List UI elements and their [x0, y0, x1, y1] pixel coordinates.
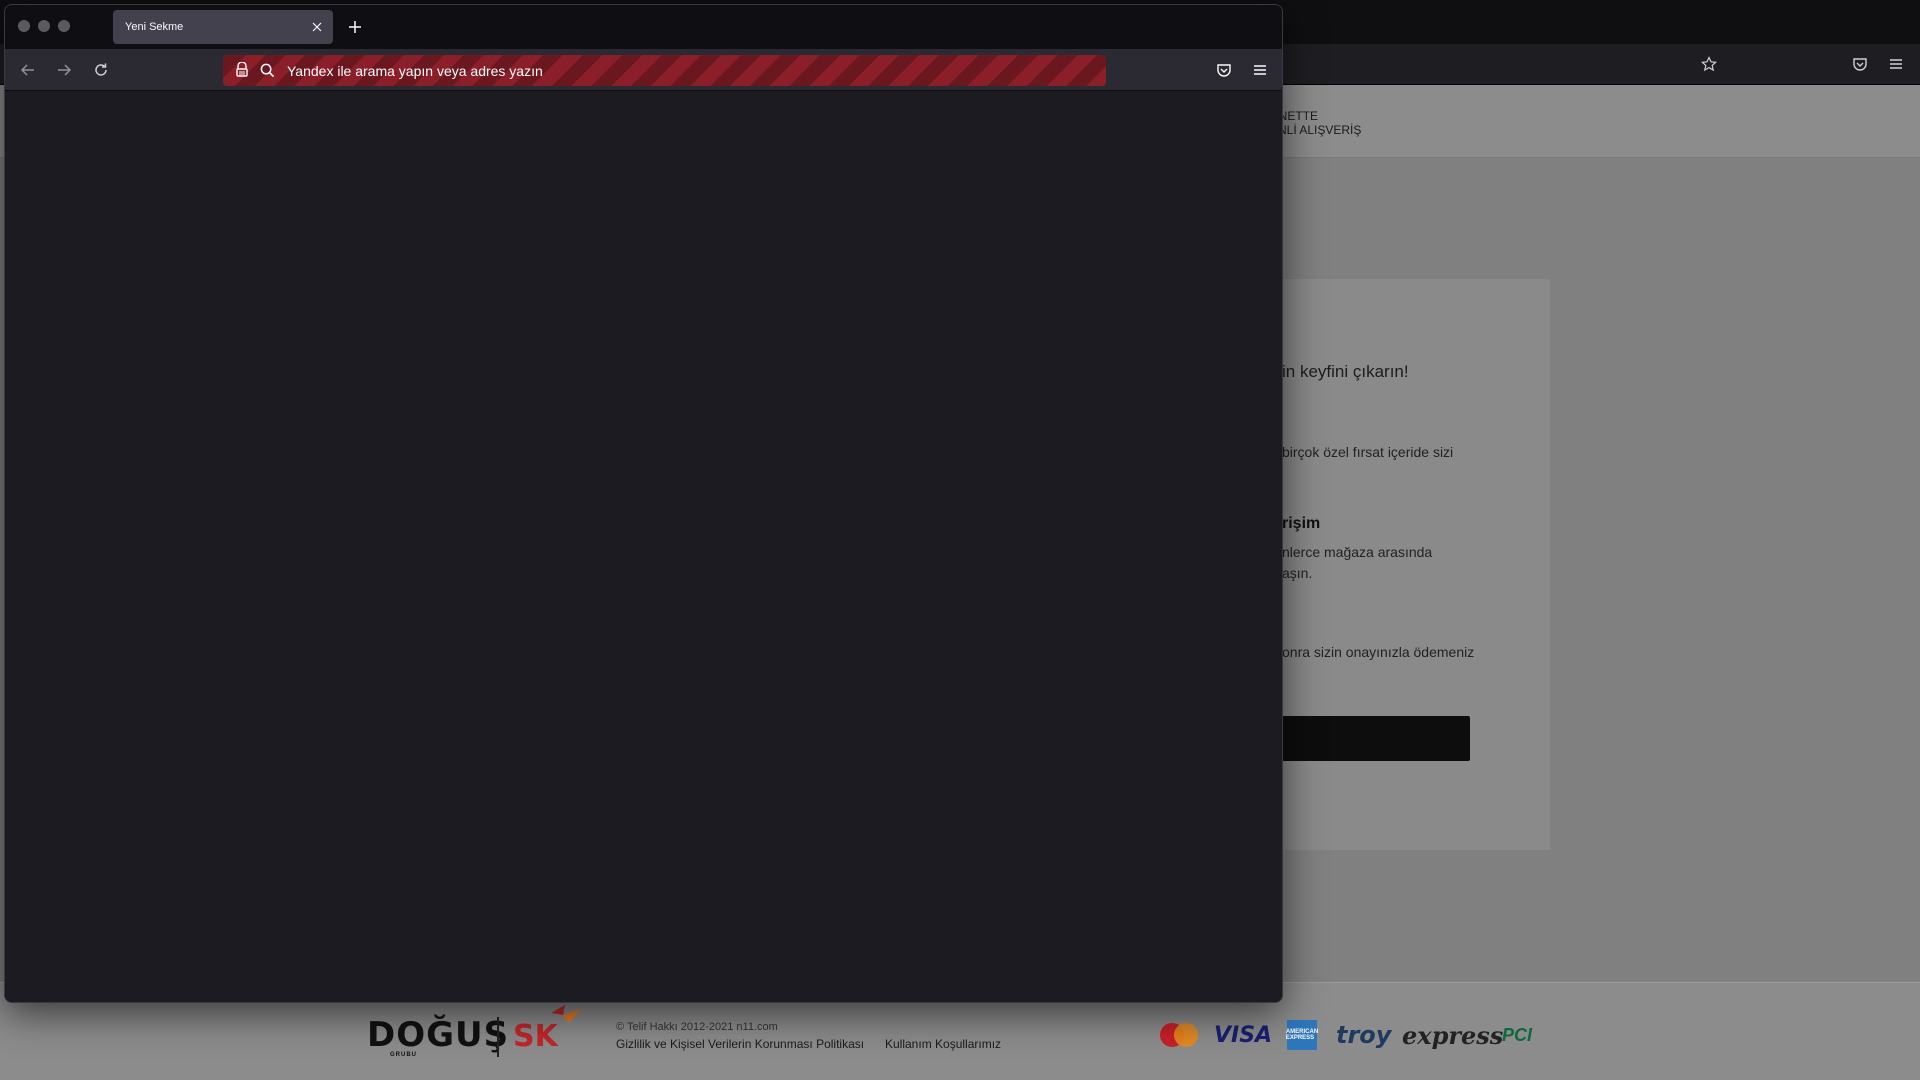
tab-new-tab[interactable]: Yeni Sekme: [113, 10, 333, 44]
troy-logo: troy: [1336, 1021, 1392, 1049]
logo-line-2: ENLİ ALIŞVERİŞ: [1270, 123, 1362, 137]
new-tab-page-content: [5, 92, 1282, 1002]
privacy-policy-link[interactable]: Gizlilik ve Kişisel Verilerin Korunması …: [616, 1037, 864, 1051]
url-bar[interactable]: [223, 55, 1106, 86]
star-icon[interactable]: [1698, 53, 1720, 75]
card-description-2b: aşın.: [1282, 565, 1313, 581]
pci-logo: PCI: [1502, 1024, 1533, 1045]
dogus-logo-subtitle: GRUBU: [390, 1052, 417, 1058]
navigation-toolbar: [5, 49, 1282, 91]
visa-logo: VISA: [1214, 1022, 1273, 1048]
card-action-button[interactable]: [1260, 716, 1470, 761]
private-browsing-icon: [232, 60, 252, 80]
site-logo-text[interactable]: RNETTE ENLİ ALIŞVERİŞ: [1270, 109, 1361, 137]
new-tab-plus-icon[interactable]: [345, 17, 365, 37]
pocket-icon[interactable]: [1213, 59, 1235, 81]
hamburger-menu-icon[interactable]: [1249, 59, 1271, 81]
tab-bar: Yeni Sekme: [5, 5, 1282, 49]
card-description-1: birçok özel fırsat içeride sizi: [1282, 444, 1454, 460]
forward-arrow-icon[interactable]: [53, 59, 75, 81]
amex-logo: AMERICAN EXPRESS: [1286, 1020, 1318, 1050]
mastercard-logo: [1158, 1019, 1200, 1051]
card-description-3: onra sizin onayınızla ödemeniz: [1282, 644, 1475, 660]
tab-title: Yeni Sekme: [125, 21, 184, 33]
express-logo: express: [1402, 1020, 1504, 1050]
card-subheading: rişim: [1282, 515, 1321, 532]
promo-card: in keyfini çıkarın! birçok özel fırsat i…: [1260, 279, 1550, 850]
logo-line-1: RNETTE: [1270, 109, 1318, 123]
card-heading: in keyfini çıkarın!: [1282, 362, 1409, 381]
pocket-icon[interactable]: [1849, 53, 1871, 75]
hamburger-menu-icon[interactable]: [1885, 53, 1907, 75]
tab-close-icon[interactable]: [307, 17, 327, 37]
url-input[interactable]: [287, 55, 1087, 86]
terms-of-use-link[interactable]: Kullanım Koşullarımız: [885, 1037, 1001, 1051]
window-minimize-button[interactable]: [38, 20, 50, 32]
sk-wing-icon: [551, 1005, 581, 1023]
private-browser-window: Yeni Sekme: [4, 4, 1283, 1003]
window-close-button[interactable]: [18, 20, 30, 32]
footer-divider: [497, 1017, 499, 1057]
dogus-logo: DOĞUŞ: [367, 1015, 510, 1055]
copyright-text: © Telif Hakkı 2012-2021 n11.com: [616, 1021, 778, 1033]
window-maximize-button[interactable]: [58, 20, 70, 32]
card-description-2a: nlerce mağaza arasında: [1282, 544, 1433, 560]
reload-icon[interactable]: [90, 59, 112, 81]
back-arrow-icon[interactable]: [17, 59, 39, 81]
search-icon: [258, 61, 276, 79]
